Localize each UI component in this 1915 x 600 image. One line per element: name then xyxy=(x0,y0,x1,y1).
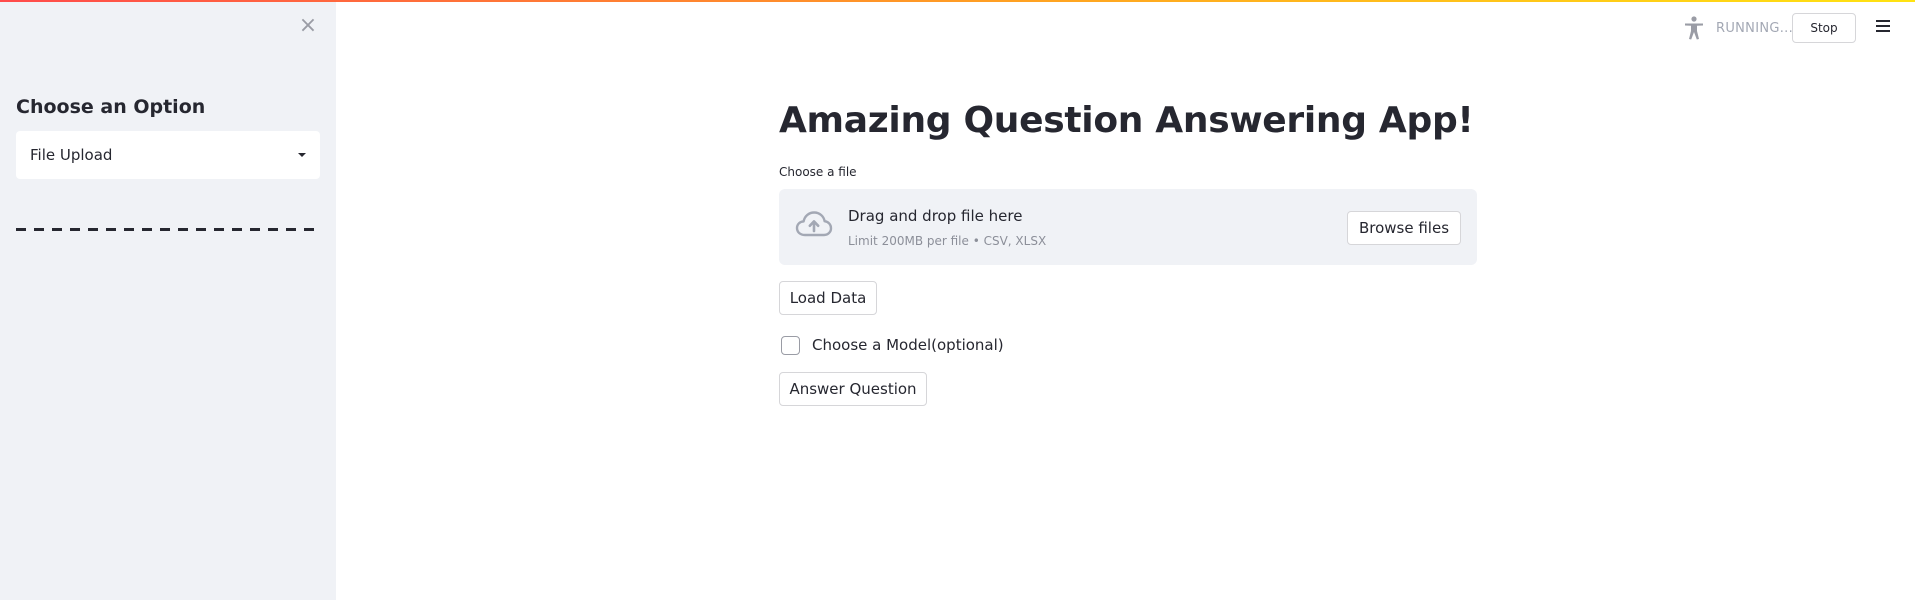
caret-down-icon xyxy=(298,153,306,157)
page-title: Amazing Question Answering App! xyxy=(779,100,1474,141)
file-dropzone[interactable]: Drag and drop file here Limit 200MB per … xyxy=(779,189,1477,265)
answer-question-button[interactable]: Answer Question xyxy=(779,372,927,406)
stop-button[interactable]: Stop xyxy=(1792,13,1856,43)
option-select[interactable]: File Upload xyxy=(16,131,320,179)
sidebar-title: Choose an Option xyxy=(16,96,206,118)
sidebar: × Choose an Option File Upload xyxy=(0,0,336,600)
hamburger-menu-icon[interactable] xyxy=(1876,20,1892,34)
cloud-upload-icon xyxy=(795,211,833,237)
file-uploader-label: Choose a file xyxy=(779,165,857,179)
load-data-button[interactable]: Load Data xyxy=(779,281,877,315)
close-sidebar-icon[interactable]: × xyxy=(298,15,318,37)
top-decoration-bar xyxy=(0,0,1915,2)
dashed-divider xyxy=(16,228,318,231)
browse-files-button[interactable]: Browse files xyxy=(1347,211,1461,245)
option-select-value: File Upload xyxy=(30,146,113,164)
dropzone-subtitle: Limit 200MB per file • CSV, XLSX xyxy=(848,234,1047,248)
choose-model-checkbox-row[interactable]: Choose a Model(optional) xyxy=(781,334,1004,356)
accessibility-icon xyxy=(1685,16,1703,40)
choose-model-checkbox[interactable] xyxy=(781,335,800,355)
choose-model-label: Choose a Model(optional) xyxy=(812,336,1004,354)
running-status: RUNNING... xyxy=(1716,21,1794,36)
dropzone-title: Drag and drop file here xyxy=(848,207,1023,225)
